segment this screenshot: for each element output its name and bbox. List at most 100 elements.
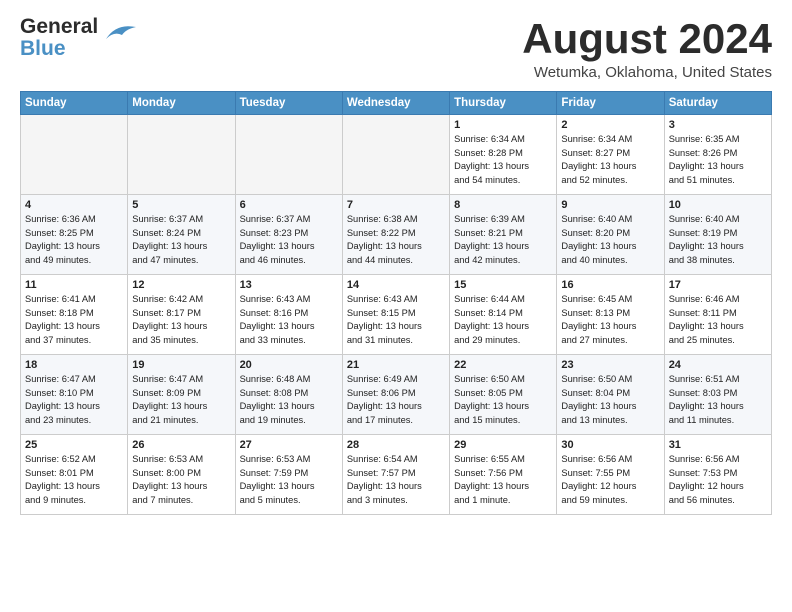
day-number: 22 [454, 359, 552, 371]
day-info: Sunrise: 6:34 AM Sunset: 8:27 PM Dayligh… [561, 133, 659, 187]
day-cell [235, 115, 342, 195]
day-number: 11 [25, 279, 123, 291]
day-cell: 21Sunrise: 6:49 AM Sunset: 8:06 PM Dayli… [342, 355, 449, 435]
day-number: 10 [669, 199, 767, 211]
day-number: 24 [669, 359, 767, 371]
day-cell: 8 Sunrise: 6:39 AM Sunset: 8:21 PM Daylig… [450, 195, 557, 275]
day-number: 16 [561, 279, 659, 291]
day-cell: 20 Sunrise: 6:48 AM Sunset: 8:08 PM Dayli… [235, 355, 342, 435]
day-info: Sunrise: 6:53 AM Sunset: 8:00 PM Dayligh… [132, 453, 230, 507]
week-row-4: 18 Sunrise: 6:47 AM Sunset: 8:10 PM Dayli… [21, 355, 772, 435]
week-row-2: 4 Sunrise: 6:36 AM Sunset: 8:25 PM Daylig… [21, 195, 772, 275]
day-number: 5 [132, 199, 230, 211]
weekday-thursday: Thursday [450, 92, 557, 115]
day-info: Sunrise: 6:50 AM Sunset: 8:04 PM Dayligh… [561, 373, 659, 427]
day-info: Sunrise: 6:35 AM Sunset: 8:26 PM Dayligh… [669, 133, 767, 187]
day-cell: 25 Sunrise: 6:52 AM Sunset: 8:01 PM Dayli… [21, 435, 128, 515]
day-cell: 10 Sunrise: 6:40 AM Sunset: 8:19 PM Dayli… [664, 195, 771, 275]
day-info: Sunrise: 6:42 AM Sunset: 8:17 PM Dayligh… [132, 293, 230, 347]
day-cell: 23 Sunrise: 6:50 AM Sunset: 8:04 PM Dayli… [557, 355, 664, 435]
day-cell: 13Sunrise: 6:43 AM Sunset: 8:16 PM Dayli… [235, 275, 342, 355]
week-row-5: 25 Sunrise: 6:52 AM Sunset: 8:01 PM Dayli… [21, 435, 772, 515]
day-number: 27 [240, 439, 338, 451]
weekday-tuesday: Tuesday [235, 92, 342, 115]
day-info: Sunrise: 6:37 AM Sunset: 8:23 PM Dayligh… [240, 213, 338, 267]
day-cell [342, 115, 449, 195]
day-number: 19 [132, 359, 230, 371]
day-cell: 15 Sunrise: 6:44 AM Sunset: 8:14 PM Dayli… [450, 275, 557, 355]
day-cell: 6 Sunrise: 6:37 AM Sunset: 8:23 PM Daylig… [235, 195, 342, 275]
day-info: Sunrise: 6:50 AM Sunset: 8:05 PM Dayligh… [454, 373, 552, 427]
day-number: 2 [561, 119, 659, 131]
day-info: Sunrise: 6:37 AM Sunset: 8:24 PM Dayligh… [132, 213, 230, 267]
day-number: 29 [454, 439, 552, 451]
day-info: Sunrise: 6:56 AM Sunset: 7:55 PM Dayligh… [561, 453, 659, 507]
day-cell: 17Sunrise: 6:46 AM Sunset: 8:11 PM Dayli… [664, 275, 771, 355]
day-info: Sunrise: 6:39 AM Sunset: 8:21 PM Dayligh… [454, 213, 552, 267]
day-number: 9 [561, 199, 659, 211]
weekday-friday: Friday [557, 92, 664, 115]
day-info: Sunrise: 6:49 AM Sunset: 8:06 PM Dayligh… [347, 373, 445, 427]
day-info: Sunrise: 6:48 AM Sunset: 8:08 PM Dayligh… [240, 373, 338, 427]
location: Wetumka, Oklahoma, United States [522, 64, 772, 81]
day-cell [21, 115, 128, 195]
day-info: Sunrise: 6:38 AM Sunset: 8:22 PM Dayligh… [347, 213, 445, 267]
weekday-sunday: Sunday [21, 92, 128, 115]
day-cell: 28Sunrise: 6:54 AM Sunset: 7:57 PM Dayli… [342, 435, 449, 515]
month-title: August 2024 [522, 16, 772, 62]
weekday-saturday: Saturday [664, 92, 771, 115]
day-number: 20 [240, 359, 338, 371]
weekday-wednesday: Wednesday [342, 92, 449, 115]
day-number: 4 [25, 199, 123, 211]
day-cell: 26Sunrise: 6:53 AM Sunset: 8:00 PM Dayli… [128, 435, 235, 515]
weekday-header-row: SundayMondayTuesdayWednesdayThursdayFrid… [21, 92, 772, 115]
header: General Blue August 2024 Wetumka, Oklaho… [20, 16, 772, 81]
day-cell: 7Sunrise: 6:38 AM Sunset: 8:22 PM Daylig… [342, 195, 449, 275]
day-cell: 29 Sunrise: 6:55 AM Sunset: 7:56 PM Dayli… [450, 435, 557, 515]
week-row-3: 11 Sunrise: 6:41 AM Sunset: 8:18 PM Dayli… [21, 275, 772, 355]
day-info: Sunrise: 6:36 AM Sunset: 8:25 PM Dayligh… [25, 213, 123, 267]
day-number: 8 [454, 199, 552, 211]
day-info: Sunrise: 6:43 AM Sunset: 8:15 PM Dayligh… [347, 293, 445, 347]
day-cell: 22 Sunrise: 6:50 AM Sunset: 8:05 PM Dayli… [450, 355, 557, 435]
calendar-table: SundayMondayTuesdayWednesdayThursdayFrid… [20, 91, 772, 515]
day-cell [128, 115, 235, 195]
day-number: 3 [669, 119, 767, 131]
day-number: 1 [454, 119, 552, 131]
day-info: Sunrise: 6:40 AM Sunset: 8:19 PM Dayligh… [669, 213, 767, 267]
day-number: 12 [132, 279, 230, 291]
day-cell: 16 Sunrise: 6:45 AM Sunset: 8:13 PM Dayli… [557, 275, 664, 355]
day-info: Sunrise: 6:40 AM Sunset: 8:20 PM Dayligh… [561, 213, 659, 267]
week-row-1: 1 Sunrise: 6:34 AM Sunset: 8:28 PM Daylig… [21, 115, 772, 195]
day-number: 6 [240, 199, 338, 211]
day-info: Sunrise: 6:51 AM Sunset: 8:03 PM Dayligh… [669, 373, 767, 427]
day-cell: 19 Sunrise: 6:47 AM Sunset: 8:09 PM Dayli… [128, 355, 235, 435]
day-number: 25 [25, 439, 123, 451]
day-info: Sunrise: 6:43 AM Sunset: 8:16 PM Dayligh… [240, 293, 338, 347]
day-info: Sunrise: 6:45 AM Sunset: 8:13 PM Dayligh… [561, 293, 659, 347]
day-number: 31 [669, 439, 767, 451]
day-info: Sunrise: 6:55 AM Sunset: 7:56 PM Dayligh… [454, 453, 552, 507]
day-number: 23 [561, 359, 659, 371]
day-info: Sunrise: 6:41 AM Sunset: 8:18 PM Dayligh… [25, 293, 123, 347]
logo-blue: Blue [20, 38, 98, 60]
day-cell: 12 Sunrise: 6:42 AM Sunset: 8:17 PM Dayli… [128, 275, 235, 355]
title-block: August 2024 Wetumka, Oklahoma, United St… [522, 16, 772, 81]
logo: General Blue [20, 16, 140, 60]
day-cell: 5 Sunrise: 6:37 AM Sunset: 8:24 PM Daylig… [128, 195, 235, 275]
day-info: Sunrise: 6:52 AM Sunset: 8:01 PM Dayligh… [25, 453, 123, 507]
day-info: Sunrise: 6:47 AM Sunset: 8:10 PM Dayligh… [25, 373, 123, 427]
day-info: Sunrise: 6:44 AM Sunset: 8:14 PM Dayligh… [454, 293, 552, 347]
day-cell: 14 Sunrise: 6:43 AM Sunset: 8:15 PM Dayli… [342, 275, 449, 355]
day-cell: 27Sunrise: 6:53 AM Sunset: 7:59 PM Dayli… [235, 435, 342, 515]
day-number: 15 [454, 279, 552, 291]
logo-general: General [20, 16, 98, 38]
day-number: 18 [25, 359, 123, 371]
day-cell: 9 Sunrise: 6:40 AM Sunset: 8:20 PM Daylig… [557, 195, 664, 275]
day-info: Sunrise: 6:47 AM Sunset: 8:09 PM Dayligh… [132, 373, 230, 427]
page: General Blue August 2024 Wetumka, Oklaho… [0, 0, 792, 525]
day-number: 14 [347, 279, 445, 291]
day-info: Sunrise: 6:34 AM Sunset: 8:28 PM Dayligh… [454, 133, 552, 187]
day-number: 30 [561, 439, 659, 451]
day-info: Sunrise: 6:56 AM Sunset: 7:53 PM Dayligh… [669, 453, 767, 507]
